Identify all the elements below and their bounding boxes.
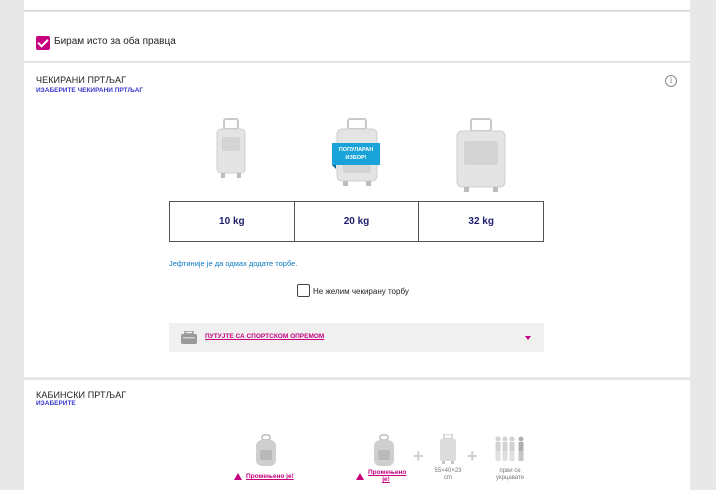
backpack-icon (256, 434, 276, 466)
plus-icon: + (413, 446, 424, 466)
top-strip (24, 0, 690, 11)
sport-equipment-toggle[interactable]: ПУТУЈТЕ СА СПОРТСКОМ ОПРЕМОМ (169, 323, 544, 352)
backpack-icon-2 (374, 434, 394, 466)
same-both-ways-checkbox[interactable] (36, 36, 50, 50)
sport-equipment-label[interactable]: ПУТУЈТЕ СА СПОРТСКОМ ОПРЕМОМ (205, 333, 324, 340)
priority-boarding-line-2: укрцавате (495, 475, 525, 481)
info-icon[interactable]: i (665, 75, 677, 87)
priority-boarding-line-1: први се (499, 468, 521, 474)
trolley-dimensions-line-1: 55×40×23 (434, 468, 462, 474)
suitcase-large-icon (456, 118, 506, 192)
select-checked-baggage-link[interactable]: ИЗАБЕРИТЕ ЧЕКИРАНИ ПРТЉАГ (36, 87, 143, 94)
checked-baggage-panel: ЧЕКИРАНИ ПРТЉАГ ИЗАБЕРИТЕ ЧЕКИРАНИ ПРТЉА… (24, 63, 690, 377)
no-checked-bag-checkbox[interactable] (297, 284, 310, 297)
checked-baggage-title: ЧЕКИРАНИ ПРТЉАГ (36, 75, 127, 85)
sport-bag-icon (181, 331, 197, 344)
popular-choice-badge: ПОПУЛАРАН ИЗБОР! (332, 143, 380, 169)
changed-label-2[interactable]: Промењено је! (368, 469, 407, 483)
plus-icon-2: + (467, 446, 478, 466)
weight-option-10kg[interactable]: 10 kg (170, 202, 295, 241)
changed-label-2-line-2: је! (382, 476, 390, 483)
trolley-dimensions: 55×40×23 cm (426, 468, 470, 482)
weight-option-32kg[interactable]: 32 kg (419, 202, 543, 241)
cheaper-note: Јефтиније је да одмах додате торбе. (169, 259, 298, 268)
suitcase-small-icon (216, 118, 246, 178)
warning-icon-2 (356, 473, 364, 480)
chevron-down-icon[interactable] (525, 336, 531, 340)
priority-boarding-icon (495, 436, 524, 461)
trolley-dimensions-line-2: cm (444, 475, 452, 481)
cabin-baggage-title: КАБИНСКИ ПРТЉАГ (36, 390, 127, 400)
weight-option-20kg[interactable]: 20 kg (295, 202, 420, 241)
changed-label-2-line-1: Промењено (368, 469, 407, 476)
select-cabin-baggage-link[interactable]: ИЗАБЕРИТЕ (36, 400, 76, 407)
badge-line-2: ИЗБОР! (345, 155, 367, 161)
same-both-ways-label: Бирам исто за оба правца (54, 36, 176, 47)
changed-label-1[interactable]: Промењено је! (246, 473, 294, 480)
warning-icon (234, 473, 242, 480)
no-checked-bag-label[interactable]: Не желим чекирану торбу (313, 287, 409, 296)
priority-boarding-label: први се укрцавате (488, 468, 532, 482)
cabin-baggage-panel: КАБИНСКИ ПРТЉАГ ИЗАБЕРИТЕ Промењено је! … (24, 379, 690, 490)
badge-line-1: ПОПУЛАРАН (338, 147, 374, 153)
same-both-ways-row[interactable]: Бирам исто за оба правца (24, 12, 690, 62)
weight-options: 10 kg 20 kg 32 kg (169, 201, 544, 242)
circle-decoration (34, 0, 52, 8)
trolley-icon (440, 434, 456, 464)
